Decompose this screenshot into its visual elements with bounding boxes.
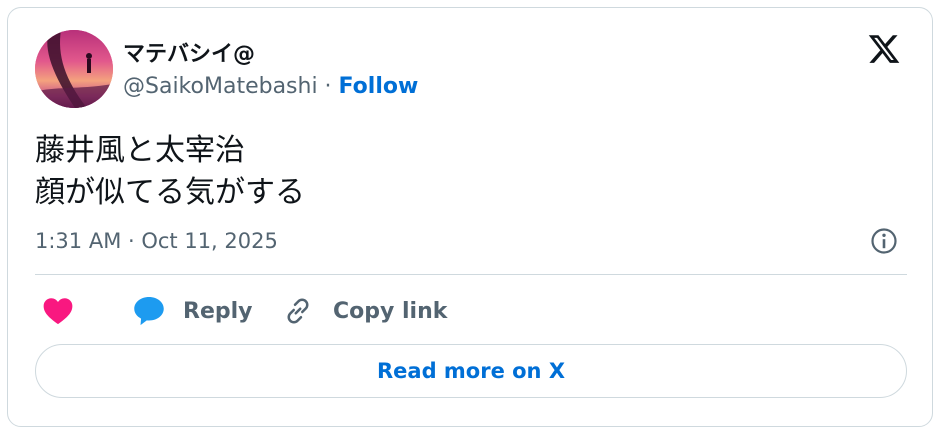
tweet-text-line: 藤井風と太宰治 — [35, 133, 245, 168]
read-more-button[interactable]: Read more on X — [35, 344, 907, 398]
display-name[interactable]: マテバシイ@ — [123, 36, 255, 68]
divider — [35, 274, 907, 275]
avatar-image — [35, 30, 113, 108]
copy-link-label: Copy link — [333, 298, 448, 324]
tweet-card: マテバシイ@ @SaikoMatebashi · Follow 藤井風と太宰治 … — [7, 7, 933, 427]
reply-label: Reply — [183, 298, 253, 324]
heart-icon — [43, 298, 73, 325]
user-handle[interactable]: @SaikoMatebashi — [123, 74, 318, 99]
read-more-label: Read more on X — [376, 359, 566, 383]
handle-separator: · — [317, 74, 339, 99]
tweet-text-line: 顔が似てる気がする — [35, 175, 305, 210]
copy-link-button[interactable]: Copy link — [283, 289, 447, 333]
info-icon[interactable] — [870, 227, 898, 255]
timestamp[interactable]: 1:31 AM · Oct 11, 2025 — [35, 229, 278, 253]
follow-button[interactable]: Follow — [339, 74, 419, 99]
like-button[interactable] — [43, 289, 73, 333]
x-logo-icon[interactable] — [866, 32, 902, 66]
handle-row: @SaikoMatebashi · Follow — [123, 74, 418, 99]
link-icon — [287, 298, 309, 324]
speech-bubble-icon — [134, 297, 164, 326]
action-bar: Reply Copy link — [35, 289, 907, 333]
reply-button[interactable]: Reply — [133, 289, 253, 333]
avatar[interactable] — [35, 30, 113, 108]
tweet-text: 藤井風と太宰治 顔が似てる気がする — [35, 130, 305, 214]
